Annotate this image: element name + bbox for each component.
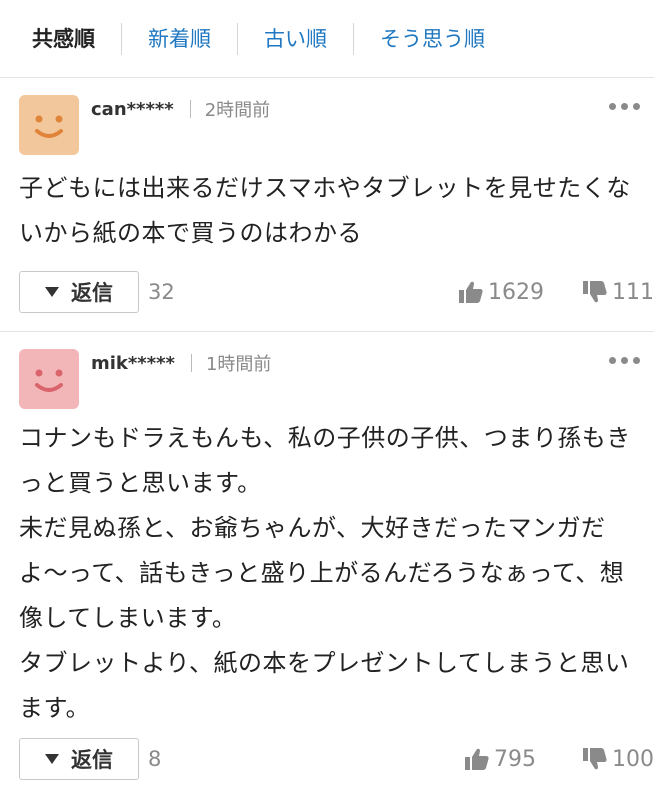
caret-down-icon xyxy=(45,754,59,764)
reply-button[interactable]: 返信 xyxy=(19,271,139,313)
comment-actions: 返信 32 1629 111 xyxy=(19,270,654,314)
post-time: 1時間前 xyxy=(205,354,272,375)
smiley-avatar-icon xyxy=(19,95,79,155)
vote-group: 795 100 xyxy=(464,737,654,781)
tab-agree-order[interactable]: そう思う順 xyxy=(354,23,511,55)
reply-count: 32 xyxy=(148,280,175,304)
tab-newest-order[interactable]: 新着順 xyxy=(122,22,238,55)
thumbs-down-icon xyxy=(583,748,607,770)
dislike-count: 100 xyxy=(612,746,654,772)
comment-body: コナンもドラえもんも、私の子供の子供、つまり孫もきっと買うと思います。 未だ見ぬ… xyxy=(19,424,631,722)
dislike-count: 111 xyxy=(612,279,654,305)
thumbs-down-icon xyxy=(583,281,607,303)
reply-label: 返信 xyxy=(71,281,113,305)
post-time: 2時間前 xyxy=(204,100,271,121)
thumbs-up-icon xyxy=(459,281,483,303)
reply-count: 8 xyxy=(148,747,162,771)
like-count: 1629 xyxy=(488,279,544,305)
caret-down-icon xyxy=(45,287,59,297)
username[interactable]: mik***** xyxy=(91,353,175,374)
dislike-button[interactable]: 100 xyxy=(582,747,654,772)
like-count: 795 xyxy=(494,746,536,772)
more-options-icon[interactable] xyxy=(609,357,640,364)
tab-oldest-order[interactable]: 古い順 xyxy=(238,22,354,55)
sort-tabs: 共感順 新着順 古い順 そう思う順 xyxy=(0,0,654,78)
tab-empathy-order[interactable]: 共感順 xyxy=(0,22,122,55)
comment-meta: can***** 2時間前 xyxy=(91,95,270,123)
username[interactable]: can***** xyxy=(91,99,174,120)
avatar xyxy=(19,349,79,409)
comment-actions: 返信 8 795 100 xyxy=(19,737,654,781)
avatar xyxy=(19,95,79,155)
like-button[interactable]: 1629 xyxy=(458,280,544,305)
comment-body: 子どもには出来るだけスマホやタブレットを見せたくないから紙の本で買うのはわかる xyxy=(19,174,631,247)
smiley-avatar-icon xyxy=(19,349,79,409)
more-options-icon[interactable] xyxy=(609,103,640,110)
meta-divider xyxy=(189,100,191,118)
reply-label: 返信 xyxy=(71,748,113,772)
comment-meta: mik***** 1時間前 xyxy=(91,349,271,377)
comment-item: mik***** 1時間前 コナンもドラえもんも、私の子供の子供、つまり孫もきっ… xyxy=(0,332,654,800)
meta-divider xyxy=(190,354,192,372)
thumbs-up-icon xyxy=(465,748,489,770)
like-button[interactable]: 795 xyxy=(464,747,536,772)
reply-button[interactable]: 返信 xyxy=(19,738,139,780)
vote-group: 1629 111 xyxy=(458,270,654,314)
dislike-button[interactable]: 111 xyxy=(582,280,654,305)
